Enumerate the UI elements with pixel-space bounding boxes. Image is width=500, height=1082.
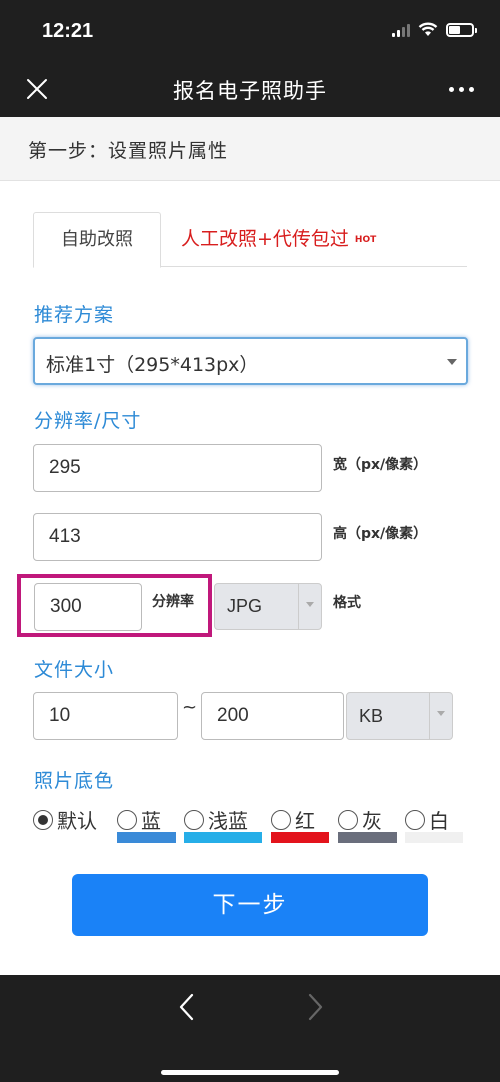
more-options-icon[interactable] (449, 87, 474, 92)
home-indicator (161, 1070, 339, 1075)
step-header: 第一步：设置照片属性 (0, 117, 500, 181)
bg-option-white[interactable]: 白 (405, 805, 449, 834)
next-step-button[interactable]: 下一步 (72, 874, 428, 936)
bg-swatch-red (271, 832, 329, 843)
tab-bar: 自助改照 人工改照+代传包过 HOT (33, 212, 467, 268)
bg-swatch-blue (117, 832, 176, 843)
height-label: 高（px/像素） (333, 526, 428, 542)
format-select[interactable]: JPG (214, 583, 322, 630)
bg-option-light-blue[interactable]: 浅蓝 (184, 805, 248, 834)
size-unit-value: KB (359, 705, 384, 726)
back-arrow-icon[interactable] (175, 992, 199, 1022)
bg-option-label: 浅蓝 (208, 809, 248, 833)
file-size-section-title: 文件大小 (34, 659, 115, 681)
bg-option-red[interactable]: 红 (271, 805, 315, 834)
status-icons (392, 22, 477, 37)
radio-button[interactable] (338, 809, 358, 830)
hot-badge: HOT (354, 235, 377, 245)
wifi-icon (418, 22, 438, 36)
bg-swatch-white (405, 832, 463, 843)
radio-button[interactable] (405, 809, 425, 830)
bg-swatch-gray (338, 832, 397, 843)
radio-button[interactable] (33, 809, 53, 830)
chevron-down-icon (437, 711, 445, 716)
status-bar: 12:21 (0, 0, 500, 62)
status-time: 12:21 (42, 20, 94, 42)
page-title: 报名电子照助手 (173, 79, 327, 103)
file-size-min-input[interactable]: 10 (33, 692, 178, 740)
radio-button[interactable] (271, 809, 291, 830)
tab-manual-edit[interactable]: 人工改照+代传包过 HOT (181, 212, 376, 267)
forward-arrow-icon[interactable] (303, 992, 327, 1022)
bg-option-gray[interactable]: 灰 (338, 805, 382, 834)
browser-bottom-bar (0, 975, 500, 1082)
bg-option-label: 灰 (362, 809, 382, 833)
format-selected-value: JPG (227, 596, 263, 616)
battery-icon (446, 22, 477, 37)
resolution-section-title: 分辨率/尺寸 (34, 410, 142, 432)
nav-bar: 报名电子照助手 (0, 62, 500, 117)
radio-button[interactable] (184, 809, 204, 830)
tab-self-edit[interactable]: 自助改照 (33, 212, 161, 268)
height-input[interactable]: 413 (33, 513, 322, 561)
radio-button[interactable] (117, 809, 137, 830)
cellular-signal-icon (392, 23, 410, 37)
bg-option-blue[interactable]: 蓝 (117, 805, 161, 834)
file-size-max-input[interactable]: 200 (201, 692, 344, 740)
preset-selected-value: 标准1寸（295*413px） (46, 354, 259, 376)
preset-select[interactable]: 标准1寸（295*413px） (33, 337, 468, 385)
tab-manual-label: 人工改照+代传包过 (181, 228, 349, 250)
format-label: 格式 (333, 595, 361, 611)
preset-section-title: 推荐方案 (34, 304, 115, 326)
main-content: 第一步：设置照片属性 自助改照 人工改照+代传包过 HOT 推荐方案 标准1寸（2… (0, 117, 500, 975)
size-unit-select[interactable]: KB (346, 692, 453, 740)
background-color-section-title: 照片底色 (34, 770, 115, 792)
bg-option-label: 默认 (57, 809, 97, 833)
chevron-down-icon (447, 359, 457, 365)
width-input[interactable]: 295 (33, 444, 322, 492)
bg-option-label: 白 (429, 809, 449, 833)
dpi-label: 分辨率 (152, 594, 194, 610)
width-label: 宽（px/像素） (333, 457, 428, 473)
bg-swatch-light-blue (184, 832, 262, 843)
dpi-input[interactable]: 300 (34, 583, 142, 631)
chevron-down-icon (306, 602, 314, 607)
bg-option-default[interactable]: 默认 (33, 805, 97, 834)
range-separator: ~ (182, 697, 198, 718)
bg-option-label: 红 (295, 809, 315, 833)
bg-option-label: 蓝 (141, 809, 161, 833)
